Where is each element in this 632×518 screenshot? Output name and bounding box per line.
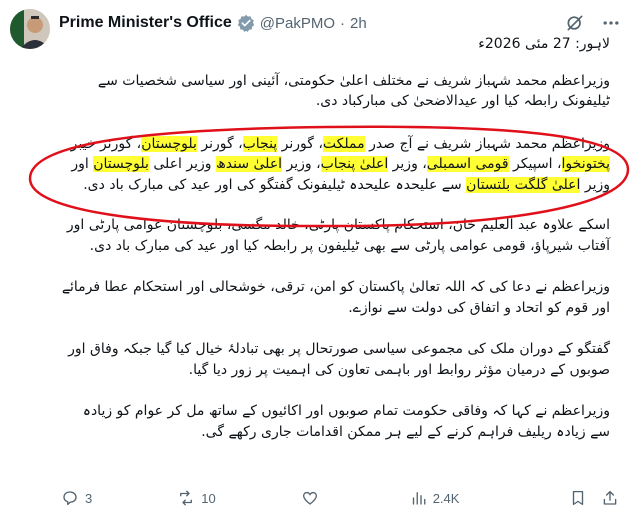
paragraph-2-text: وزیر اعلی xyxy=(148,156,216,172)
paragraph-5: گفتگو کے دوران ملک کی مجموعی سیاسی صورتح… xyxy=(68,341,610,378)
avatar[interactable] xyxy=(10,9,50,49)
like-icon xyxy=(302,491,317,505)
highlighted-text: مملکت xyxy=(322,135,365,152)
highlighted-text: اعلیٰ پنجاب xyxy=(320,156,389,172)
grok-icon[interactable] xyxy=(564,12,586,34)
paragraph-2-highlighted: وزیراعظم محمد شہباز شریف نے آج صدر مملکت… xyxy=(59,134,610,196)
paragraph-2-text: ، گورنر xyxy=(196,135,243,152)
paragraph-2-text: ، وزیر xyxy=(282,156,321,172)
tweet-header: Prime Minister's Office @PakPMO · 2h xyxy=(59,12,579,34)
share-icon xyxy=(603,490,617,505)
separator-dot: · xyxy=(340,14,345,32)
paragraph-2-text: ، وزیر xyxy=(388,156,427,172)
paragraph-2-text: ، اسپیکر xyxy=(508,156,562,172)
views-icon xyxy=(412,492,426,505)
dateline: لاہور: 27 مئی 2026ء xyxy=(478,36,610,52)
highlighted-text: پنجاب xyxy=(242,135,278,152)
highlighted-text: بلوچستان xyxy=(93,156,149,172)
tweet-text: لاہور: 27 مئی 2026ء وزیراعظم محمد شہباز … xyxy=(59,34,610,442)
author-handle[interactable]: @PakPMO xyxy=(260,15,335,32)
paragraph-6: وزیراعظم نے کہا کہ وفاقی حکومت تمام صوبو… xyxy=(82,403,610,440)
highlighted-text: بلوچستان xyxy=(141,135,197,152)
repost-button[interactable]: 10 xyxy=(177,489,216,507)
paragraph-2-text: ، گورنر xyxy=(277,135,323,152)
reply-count: 3 xyxy=(85,490,93,506)
paragraph-2-text: سے علیحدہ علیحدہ ٹیلیفونک گفتگو کی اور ع… xyxy=(83,176,467,193)
avatar-image xyxy=(10,9,50,49)
highlighted-text: اعلیٰ گلگت بلتستان xyxy=(466,176,581,193)
highlighted-text: اعلیٰ سندھ xyxy=(215,156,283,172)
bookmark-icon xyxy=(572,490,584,506)
reply-icon xyxy=(63,491,77,506)
share-button[interactable] xyxy=(601,489,619,507)
author-name[interactable]: Prime Minister's Office xyxy=(59,14,232,32)
header-actions xyxy=(564,12,622,34)
repost-icon xyxy=(180,490,193,506)
post-time[interactable]: 2h xyxy=(350,15,367,32)
highlighted-text: قومی اسمبلی xyxy=(426,156,509,172)
paragraph-2-text: وزیراعظم محمد شہباز شریف نے آج صدر xyxy=(364,135,610,152)
reply-button[interactable]: 3 xyxy=(61,489,92,507)
views-count: 2.4K xyxy=(432,490,460,506)
like-button[interactable] xyxy=(301,489,319,507)
repost-count: 10 xyxy=(201,490,216,506)
verified-badge-icon xyxy=(237,14,255,32)
paragraph-3: اسکے علاوہ عبد العلیم خان، استحکام پاکست… xyxy=(66,217,610,254)
more-icon[interactable] xyxy=(600,12,622,34)
paragraph-2-text: ، گورنر خیبر xyxy=(70,135,142,152)
paragraph-4: وزیراعظم نے دعا کی کہ اللہ تعالیٰ پاکستا… xyxy=(61,279,610,316)
views-button[interactable]: 2.4K xyxy=(409,489,460,507)
paragraph-1: وزیراعظم محمد شہباز شریف نے مختلف اعلیٰ … xyxy=(97,72,610,110)
tweet-actions: 3 10 2.4K xyxy=(59,488,619,508)
highlighted-text: پختونخوا xyxy=(561,156,610,172)
bookmark-button[interactable] xyxy=(569,489,587,507)
tweet: Prime Minister's Office @PakPMO · 2h لاہ… xyxy=(0,0,632,518)
